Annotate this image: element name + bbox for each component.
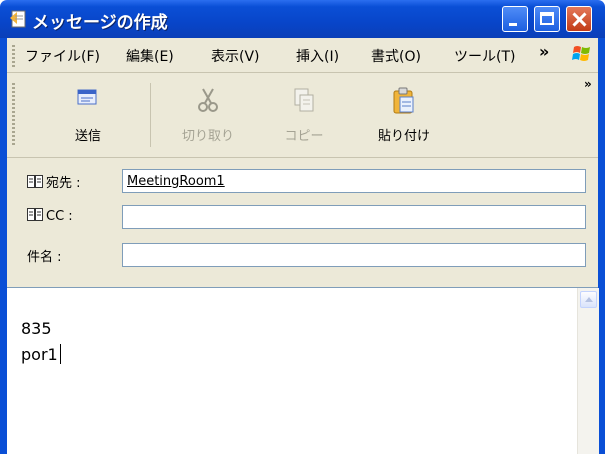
menu-tools[interactable]: ツール(T) xyxy=(454,46,515,66)
window-frame-left xyxy=(0,38,7,454)
menu-edit[interactable]: 編集(E) xyxy=(126,46,174,66)
menu-view[interactable]: 表示(V) xyxy=(211,46,260,66)
cc-field-label[interactable]: CC : xyxy=(27,208,73,224)
client-area: ファイル(F) 編集(E) 表示(V) 挿入(I) 書式(O) ツール(T) » xyxy=(7,38,599,454)
toolbar: 送信 切り取り コピー 貼り付け » xyxy=(7,73,598,158)
address-book-icon xyxy=(27,208,43,221)
address-book-icon xyxy=(27,175,43,188)
message-header: 宛先 : MeetingRoom1 CC : 件名 : xyxy=(7,158,598,284)
menu-format[interactable]: 書式(O) xyxy=(371,46,421,66)
title-bar[interactable]: メッセージの作成 xyxy=(0,0,605,38)
menu-insert[interactable]: 挿入(I) xyxy=(296,46,339,66)
minimize-button[interactable] xyxy=(502,6,528,32)
subject-field-label: 件名 : xyxy=(27,250,62,265)
cut-label: 切り取り xyxy=(181,129,234,144)
to-label-text: 宛先 : xyxy=(46,176,81,191)
to-field-label[interactable]: 宛先 : xyxy=(27,172,81,191)
message-body-editor[interactable]: 835 por1 xyxy=(7,287,599,454)
message-body-text[interactable]: 835 por1 xyxy=(21,316,61,368)
window-frame-right xyxy=(598,38,605,454)
compose-message-icon xyxy=(8,9,28,29)
subject-input[interactable] xyxy=(122,243,586,267)
copy-icon xyxy=(294,88,314,112)
maximize-button[interactable] xyxy=(534,6,560,32)
menu-grip-handle[interactable] xyxy=(12,45,15,67)
paste-label: 貼り付け xyxy=(377,129,430,144)
toolbar-separator xyxy=(150,83,151,147)
menu-overflow-chevron-icon[interactable]: » xyxy=(539,42,549,61)
toolbar-overflow-chevron-icon[interactable]: » xyxy=(584,77,592,91)
copy-label: コピー xyxy=(284,129,324,144)
vertical-scrollbar[interactable] xyxy=(577,288,599,454)
body-line: por1 xyxy=(21,345,58,364)
menu-bar: ファイル(F) 編集(E) 表示(V) 挿入(I) 書式(O) ツール(T) » xyxy=(7,38,598,73)
to-input[interactable]: MeetingRoom1 xyxy=(122,169,586,193)
scroll-up-arrow-icon[interactable] xyxy=(580,291,597,308)
send-icon xyxy=(77,89,97,105)
window-title: メッセージの作成 xyxy=(32,13,168,33)
toolbar-grip-handle[interactable] xyxy=(12,83,15,147)
scissors-icon xyxy=(198,88,218,112)
paste-icon xyxy=(393,87,414,114)
message-compose-window: メッセージの作成 ファイル(F) 編集(E) 表示(V) 挿入(I) 書式(O)… xyxy=(0,0,605,454)
send-button[interactable]: 送信 xyxy=(53,77,123,153)
close-button[interactable] xyxy=(566,6,592,32)
windows-logo-icon xyxy=(572,43,592,65)
send-label: 送信 xyxy=(74,129,101,144)
menu-file[interactable]: ファイル(F) xyxy=(25,46,100,66)
copy-button[interactable]: コピー xyxy=(269,77,339,153)
cc-input[interactable] xyxy=(122,205,586,229)
body-line: 835 xyxy=(21,319,52,338)
cc-label-text: CC : xyxy=(46,209,73,224)
text-caret xyxy=(59,344,61,364)
cut-button[interactable]: 切り取り xyxy=(173,77,243,153)
to-recipient: MeetingRoom1 xyxy=(127,174,225,189)
paste-button[interactable]: 貼り付け xyxy=(369,77,439,153)
